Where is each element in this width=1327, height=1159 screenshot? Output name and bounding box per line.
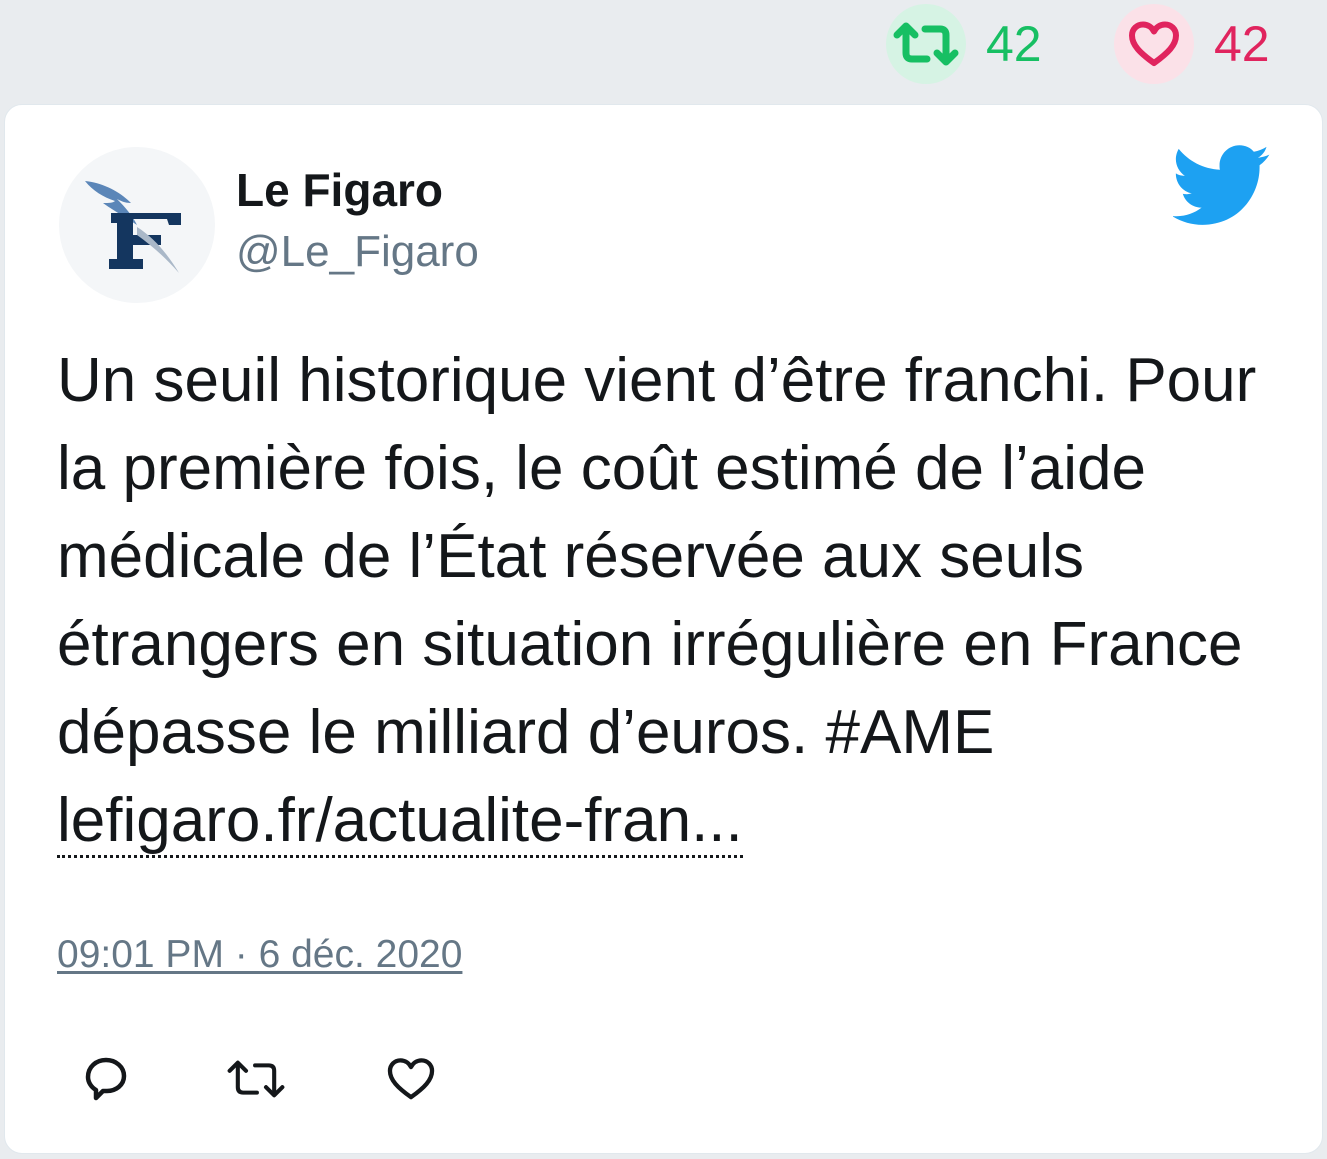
author-handle[interactable]: @Le_Figaro	[236, 227, 479, 277]
heart-icon[interactable]	[1114, 4, 1194, 84]
retweet-stat[interactable]: 42	[886, 4, 1042, 84]
like-action-icon[interactable]	[381, 1051, 441, 1107]
tweet-card: Le Figaro @Le_Figaro Un seuil historique…	[4, 104, 1323, 1154]
retweet-icon[interactable]	[886, 4, 966, 84]
tweet-timestamp[interactable]: 09:01 PM · 6 déc. 2020	[57, 933, 462, 977]
retweet-count: 42	[986, 16, 1042, 72]
reply-icon[interactable]	[75, 1051, 135, 1107]
like-count: 42	[1214, 16, 1270, 72]
like-stat[interactable]: 42	[1114, 4, 1270, 84]
tweet-link[interactable]: lefigaro.fr/actualite-fran...	[57, 786, 743, 858]
avatar[interactable]	[59, 147, 215, 303]
tweet-body: Un seuil historique vient d’être franchi…	[57, 346, 1257, 767]
twitter-bird-icon[interactable]	[1171, 145, 1271, 230]
le-figaro-logo	[85, 181, 181, 273]
tweet-text: Un seuil historique vient d’être franchi…	[57, 337, 1272, 865]
tweet-stats-bar: 42 42	[0, 0, 1327, 100]
author-name[interactable]: Le Figaro	[236, 163, 443, 217]
retweet-action-icon[interactable]	[226, 1051, 286, 1107]
